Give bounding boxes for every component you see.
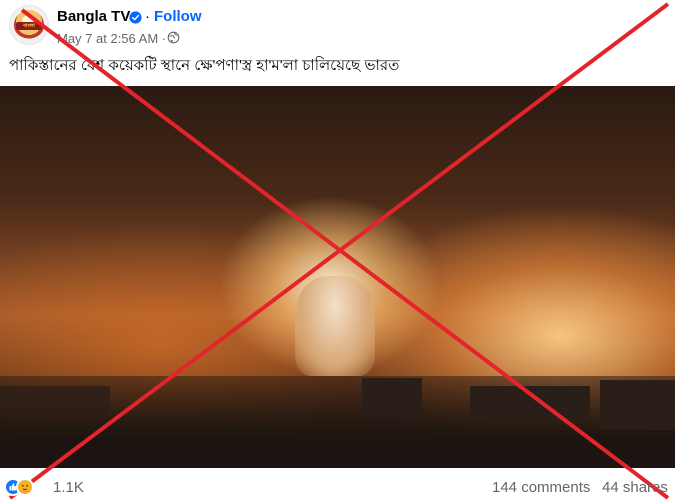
page-name-link[interactable]: Bangla TV: [57, 8, 130, 25]
building-silhouette: [362, 378, 422, 418]
share-count-link[interactable]: 44 shares: [602, 479, 668, 496]
post-header: বাংলা Bangla TV · Follow May 7 at 2:56 A…: [0, 0, 675, 50]
building-silhouette: [0, 386, 110, 416]
building-silhouette: [470, 386, 590, 422]
post-timestamp[interactable]: May 7 at 2:56 AM ·: [57, 31, 166, 46]
reaction-count[interactable]: 1.1K: [53, 479, 84, 496]
avatar-logo-text: বাংলা: [16, 22, 42, 30]
globe-icon: [167, 31, 180, 44]
timestamp-text[interactable]: May 7 at 2:56 AM: [57, 31, 158, 46]
verified-badge-icon: [129, 11, 142, 24]
building-silhouette: [600, 380, 675, 430]
post-caption: পাকিস্তানের বেশ কয়েকটি স্থানে ক্ষে'পণা'…: [9, 57, 400, 74]
post-video-thumbnail[interactable]: [0, 86, 675, 468]
page-avatar[interactable]: বাংলা: [9, 5, 49, 45]
follow-separator: ·: [145, 8, 150, 25]
comment-count-link[interactable]: 144 comments: [492, 479, 590, 496]
follow-button[interactable]: Follow: [154, 8, 202, 25]
care-reaction-icon[interactable]: [16, 478, 34, 496]
explosion-plume: [295, 276, 375, 376]
engagement-bar: 1.1K 144 comments 44 shares: [0, 468, 675, 502]
timestamp-separator: ·: [161, 31, 167, 46]
